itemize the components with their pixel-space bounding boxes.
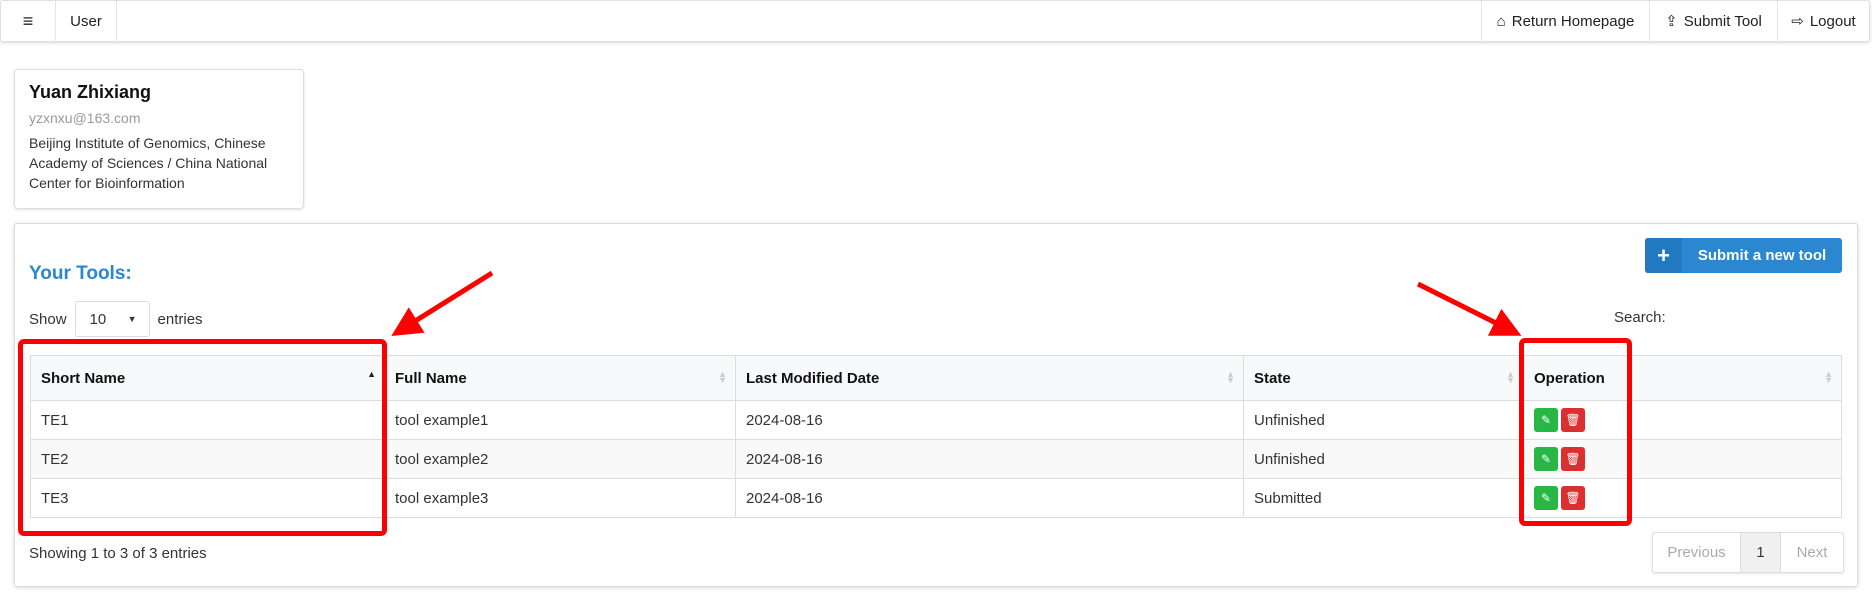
annotation-arrow [1416,281,1522,336]
annotation-arrows [391,270,1522,336]
annotation-arrow [391,270,494,336]
